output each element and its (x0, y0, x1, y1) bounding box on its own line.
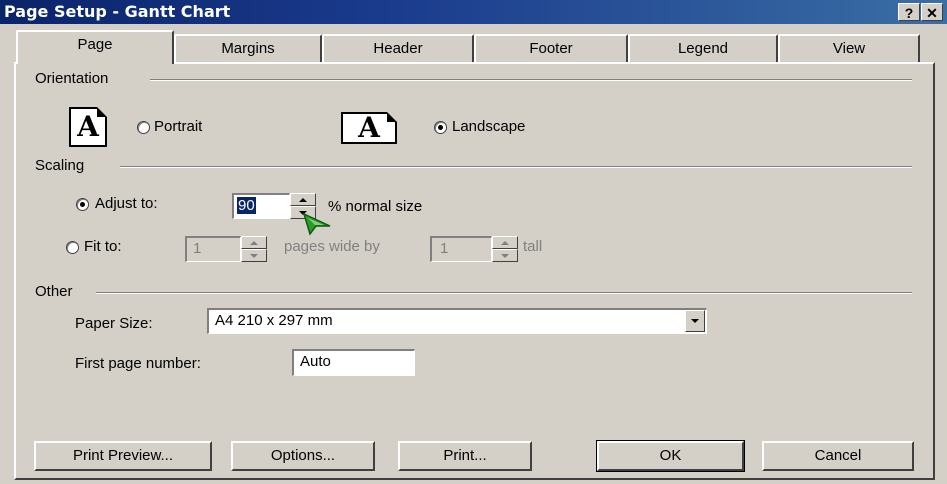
portrait-radio[interactable] (137, 121, 150, 134)
tall-label: tall (523, 238, 543, 255)
other-divider (96, 292, 912, 294)
fit-tall-input[interactable]: 1 (430, 236, 492, 262)
scaling-divider (120, 166, 912, 168)
fit-to-radio[interactable] (66, 241, 79, 254)
chevron-down-icon (691, 319, 699, 323)
print-preview-button[interactable]: Print Preview... (34, 441, 212, 471)
paper-size-value: A4 210 x 297 mm (215, 312, 333, 329)
fit-wide-spinner[interactable] (241, 236, 267, 262)
adjust-to-value: 90 (237, 197, 256, 214)
portrait-page-icon: A (69, 107, 107, 147)
dropdown-face[interactable] (685, 310, 705, 332)
arrow-up-icon (250, 240, 258, 245)
spin-up-button[interactable] (492, 236, 518, 249)
normal-size-label: % normal size (328, 198, 423, 215)
arrow-up-icon (501, 240, 509, 245)
orientation-divider (150, 79, 912, 81)
paper-size-label: Paper Size: (75, 315, 153, 332)
tab-margins[interactable]: Margins (174, 34, 322, 62)
window-title: Page Setup - Gantt Chart (4, 2, 231, 21)
help-button[interactable]: ? (898, 3, 920, 21)
adjust-to-label[interactable]: Adjust to: (95, 195, 158, 212)
tab-footer[interactable]: Footer (474, 34, 628, 62)
tab-view[interactable]: View (778, 34, 920, 62)
print-button[interactable]: Print... (398, 441, 532, 471)
spin-down-button[interactable] (241, 249, 267, 262)
adjust-to-input[interactable]: 90 (232, 193, 290, 219)
arrow-down-icon (250, 253, 258, 258)
orientation-group-label: Orientation (35, 70, 113, 87)
arrow-up-icon (299, 197, 307, 202)
spin-up-button[interactable] (241, 236, 267, 249)
arrow-down-icon (501, 253, 509, 258)
landscape-page-icon: A (341, 112, 397, 144)
fit-to-label[interactable]: Fit to: (84, 238, 122, 255)
portrait-label[interactable]: Portrait (154, 118, 202, 135)
tab-legend[interactable]: Legend (628, 34, 778, 62)
first-page-label: First page number: (75, 355, 201, 372)
ok-button[interactable]: OK (596, 440, 745, 472)
first-page-input[interactable]: Auto (292, 349, 415, 376)
landscape-label[interactable]: Landscape (452, 118, 525, 135)
fit-wide-input[interactable]: 1 (185, 236, 241, 262)
paper-size-select[interactable]: A4 210 x 297 mm (207, 308, 707, 334)
options-button[interactable]: Options... (231, 441, 375, 471)
fit-tall-spinner[interactable] (492, 236, 518, 262)
pages-wide-label: pages wide by (284, 238, 380, 255)
adjust-to-radio[interactable] (76, 198, 89, 211)
spin-down-button[interactable] (492, 249, 518, 262)
tab-header[interactable]: Header (322, 34, 474, 62)
close-button[interactable]: ✕ (921, 3, 943, 21)
scaling-group-label: Scaling (35, 157, 89, 174)
other-group-label: Other (35, 283, 77, 300)
tab-page[interactable]: Page (16, 30, 174, 64)
cancel-button[interactable]: Cancel (762, 441, 914, 471)
spin-up-button[interactable] (290, 193, 316, 206)
paper-size-dropdown-button[interactable] (685, 310, 705, 332)
landscape-radio[interactable] (434, 121, 447, 134)
mouse-cursor-icon (302, 212, 331, 236)
